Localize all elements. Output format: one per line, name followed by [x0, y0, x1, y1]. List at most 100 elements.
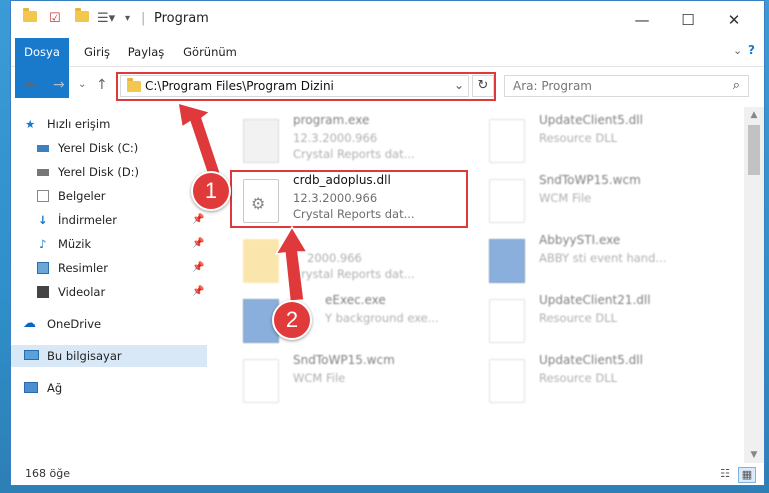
search-placeholder: Ara: Program [513, 79, 592, 93]
sidebar-item-disk-d[interactable]: Yerel Disk (D:) [11, 161, 207, 183]
drive-icon [37, 145, 49, 152]
file-item[interactable]: program.exe 12.3.2000.966 Crystal Report… [233, 111, 473, 171]
sidebar-item-disk-c[interactable]: Yerel Disk (C:) [11, 137, 207, 159]
file-icon [489, 179, 525, 223]
computer-icon [24, 350, 39, 360]
sidebar-item-label: Yerel Disk (C:) [58, 141, 139, 155]
recent-locations-icon[interactable]: ⌄ [78, 79, 86, 90]
file-type: Resource DLL [539, 371, 618, 385]
sidebar-item-this-pc[interactable]: Bu bilgisayar [11, 345, 207, 367]
scroll-down-icon[interactable]: ▼ [744, 447, 764, 463]
music-icon: ♪ [39, 237, 47, 251]
divider: | [141, 11, 146, 26]
item-count: 168 öğe [25, 467, 70, 480]
scroll-up-icon[interactable]: ▲ [744, 107, 764, 123]
file-icon [243, 359, 279, 403]
folder-icon[interactable] [75, 8, 89, 28]
details-view-icon[interactable]: ☷ [717, 467, 733, 481]
file-item[interactable]: eExec.exe Y background exe... [233, 291, 473, 351]
minimize-icon[interactable]: — [619, 7, 665, 33]
file-version: 2000.966 [307, 251, 362, 265]
back-icon[interactable]: ← [25, 77, 37, 93]
search-icon: ⌕ [732, 78, 740, 93]
forward-icon[interactable]: → [53, 77, 65, 93]
window-title: Program [154, 11, 209, 26]
documents-icon [37, 190, 49, 202]
file-description: ABBY sti event hand... [539, 251, 667, 265]
sidebar-item-label: Resimler [58, 261, 108, 275]
dll-file-icon [489, 359, 525, 403]
tiles-view-icon[interactable]: ▦ [738, 467, 756, 483]
file-description: Crystal Reports dat... [293, 267, 415, 281]
file-item[interactable]: UpdateClient5.dll Resource DLL [479, 351, 719, 411]
file-name: UpdateClient5.dll [539, 353, 643, 367]
up-icon[interactable]: ↑ [96, 77, 108, 93]
checkbox-icon[interactable]: ☑ [49, 10, 61, 28]
file-name: UpdateClient21.dll [539, 293, 651, 307]
chevron-down-icon[interactable]: ⌄ [733, 44, 742, 57]
sidebar-item-label: Müzik [58, 237, 92, 251]
sidebar-item-label: Bu bilgisayar [47, 349, 122, 363]
close-icon[interactable]: ✕ [711, 7, 757, 33]
file-description: Crystal Reports dat... [293, 147, 415, 161]
maximize-icon[interactable]: ☐ [665, 7, 711, 33]
sidebar-item-pictures[interactable]: Resimler 📌 [11, 257, 207, 279]
sidebar-item-label: OneDrive [47, 317, 102, 331]
file-version: 12.3.2000.966 [293, 131, 378, 145]
file-item[interactable]: AbbyySTI.exe ABBY sti event hand... [479, 231, 719, 291]
network-icon [24, 382, 38, 393]
exe-file-icon [243, 119, 279, 163]
pin-icon[interactable]: 📌 [192, 233, 204, 255]
file-type: Resource DLL [539, 311, 618, 325]
star-icon: ★ [25, 117, 36, 131]
step-badge-1: 1 [191, 171, 231, 211]
file-name: SndToWP15.wcm [539, 173, 641, 187]
download-icon: ↓ [38, 213, 48, 227]
file-item[interactable]: UpdateClient5.dll Resource DLL [479, 111, 719, 171]
file-item[interactable]: 2000.966 Crystal Reports dat... [233, 231, 473, 291]
sidebar-item-label: Videolar [58, 285, 106, 299]
customize-toolbar-icon[interactable]: ▾ [125, 10, 130, 28]
title-bar: ☑ ☰▾ ▾ | Program — ☐ ✕ [11, 1, 764, 38]
file-type: WCM File [539, 191, 592, 205]
sidebar-item-documents[interactable]: Belgeler 📌 [11, 185, 207, 207]
pin-icon[interactable]: 📌 [192, 281, 204, 303]
sidebar-item-network[interactable]: Ağ [11, 377, 207, 399]
address-highlight [116, 72, 496, 101]
exe-file-icon [489, 239, 525, 283]
scroll-thumb[interactable] [748, 125, 760, 175]
folder-icon[interactable] [23, 8, 37, 28]
file-name: SndToWP15.wcm [293, 353, 395, 367]
sidebar-item-music[interactable]: ♪ Müzik 📌 [11, 233, 207, 255]
file-item[interactable]: SndToWP15.wcm WCM File [479, 171, 719, 231]
file-type: Resource DLL [539, 131, 618, 145]
properties-icon[interactable]: ☰▾ [97, 10, 115, 28]
sidebar-item-videos[interactable]: Videolar 📌 [11, 281, 207, 303]
vertical-scrollbar[interactable]: ▲ ▼ [744, 107, 764, 463]
file-list: program.exe 12.3.2000.966 Crystal Report… [211, 107, 742, 463]
file-item[interactable]: UpdateClient21.dll Resource DLL [479, 291, 719, 351]
tab-share[interactable]: Paylaş [125, 38, 167, 66]
sidebar-item-quick-access[interactable]: ★ Hızlı erişim [11, 113, 207, 135]
file-description: Y background exe... [325, 311, 439, 325]
status-bar: 168 öğe ☷ ▦ [11, 463, 764, 485]
sidebar-item-onedrive[interactable]: ☁ OneDrive [11, 313, 207, 335]
search-input[interactable]: Ara: Program ⌕ [504, 75, 749, 97]
sidebar-item-downloads[interactable]: ↓ İndirmeler 📌 [11, 209, 207, 231]
step-badge-2: 2 [272, 300, 312, 340]
tab-home[interactable]: Giriş [81, 38, 113, 66]
drive-icon [37, 169, 49, 176]
ribbon: Dosya Giriş Paylaş Görünüm ⌄ ? [11, 38, 764, 98]
file-name: eExec.exe [325, 293, 386, 307]
help-icon[interactable]: ? [748, 43, 755, 57]
tab-view[interactable]: Görünüm [181, 38, 239, 66]
file-type: WCM File [293, 371, 346, 385]
dll-file-icon [489, 299, 525, 343]
sidebar-item-label: Yerel Disk (D:) [58, 165, 140, 179]
dll-file-icon [489, 119, 525, 163]
pin-icon[interactable]: 📌 [192, 257, 204, 279]
folder-icon [243, 239, 279, 283]
file-item[interactable]: SndToWP15.wcm WCM File [233, 351, 473, 411]
pin-icon[interactable]: 📌 [192, 209, 204, 231]
sidebar-item-label: Hızlı erişim [47, 117, 111, 131]
